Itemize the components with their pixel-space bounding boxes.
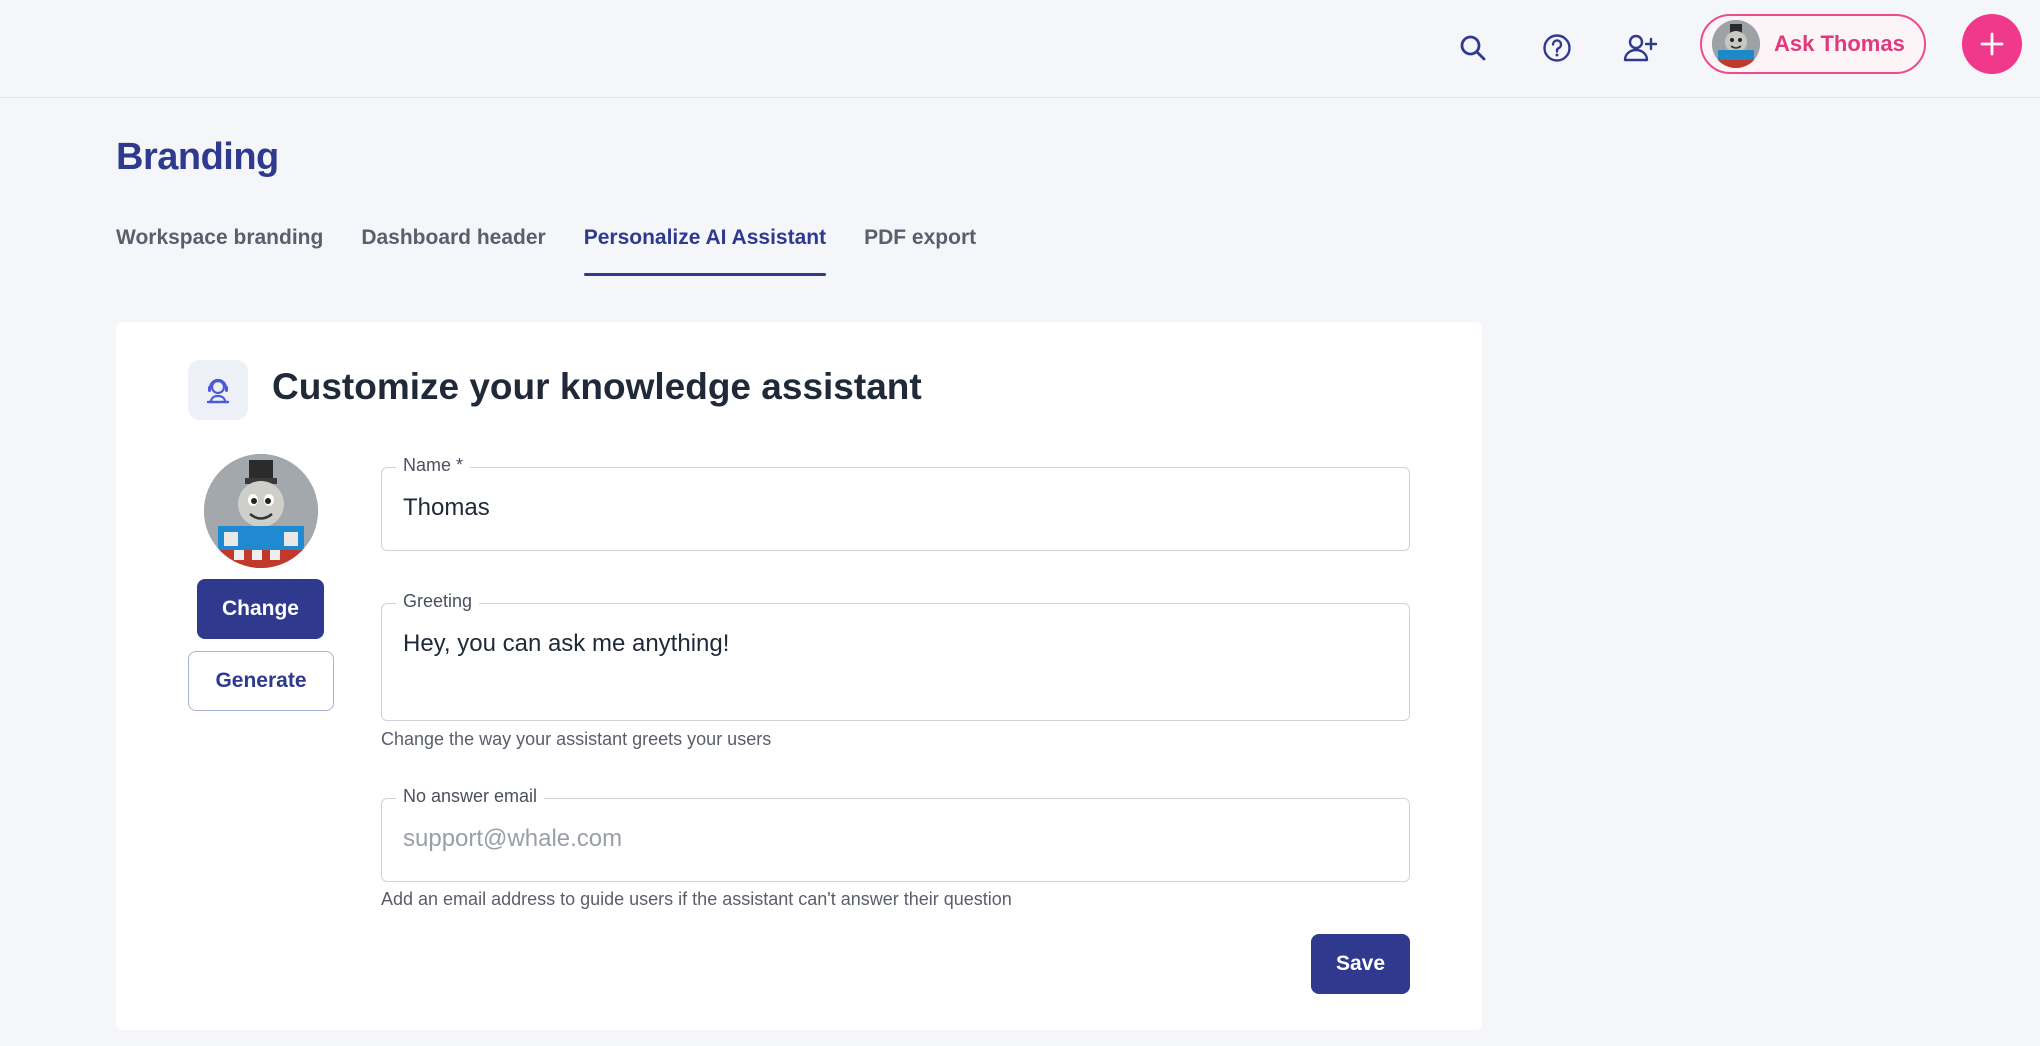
no-answer-email-helper-text: Add an email address to guide users if t… [381,889,1012,909]
greeting-helper-text: Change the way your assistant greets you… [381,729,772,749]
add-user-icon[interactable] [1614,22,1666,74]
tab-workspace-branding[interactable]: Workspace branding [116,222,323,276]
greeting-field-label: Greeting [396,591,480,612]
search-icon[interactable] [1447,22,1499,74]
ask-assistant-button[interactable]: Ask Thomas [1700,14,1926,74]
name-field[interactable]: Name * Thomas [381,455,1410,551]
greeting-field-value: Hey, you can ask me anything! [403,630,730,657]
tab-pdf-export[interactable]: PDF export [864,222,976,276]
name-field-value: Thomas [403,494,490,521]
change-avatar-button[interactable]: Change [197,579,324,639]
name-field-label: Name * [396,455,471,476]
tab-bar: Workspace branding Dashboard header Pers… [116,222,1014,276]
card-title: Customize your knowledge assistant [272,366,922,407]
plus-icon[interactable] [1962,14,2022,74]
assistant-avatar-small [1712,20,1760,68]
no-answer-email-label: No answer email [396,786,545,807]
ask-button-label: Ask Thomas [1774,31,1905,56]
assistant-avatar [204,454,318,568]
no-answer-email-field[interactable]: No answer email support@whale.com [381,786,1410,882]
greeting-field[interactable]: Greeting Hey, you can ask me anything! [381,591,1410,721]
top-bar: Ask Thomas [0,0,2040,98]
help-icon[interactable] [1531,22,1583,74]
assistant-icon [188,360,248,420]
page-title: Branding [116,136,279,178]
tab-dashboard-header[interactable]: Dashboard header [361,222,545,276]
save-button[interactable]: Save [1311,934,1410,994]
generate-avatar-button[interactable]: Generate [188,651,334,711]
no-answer-email-placeholder: support@whale.com [403,825,623,852]
tab-personalize-ai-assistant[interactable]: Personalize AI Assistant [583,222,827,276]
assistant-settings-card: Customize your knowledge assistant Chang… [116,322,1482,1030]
